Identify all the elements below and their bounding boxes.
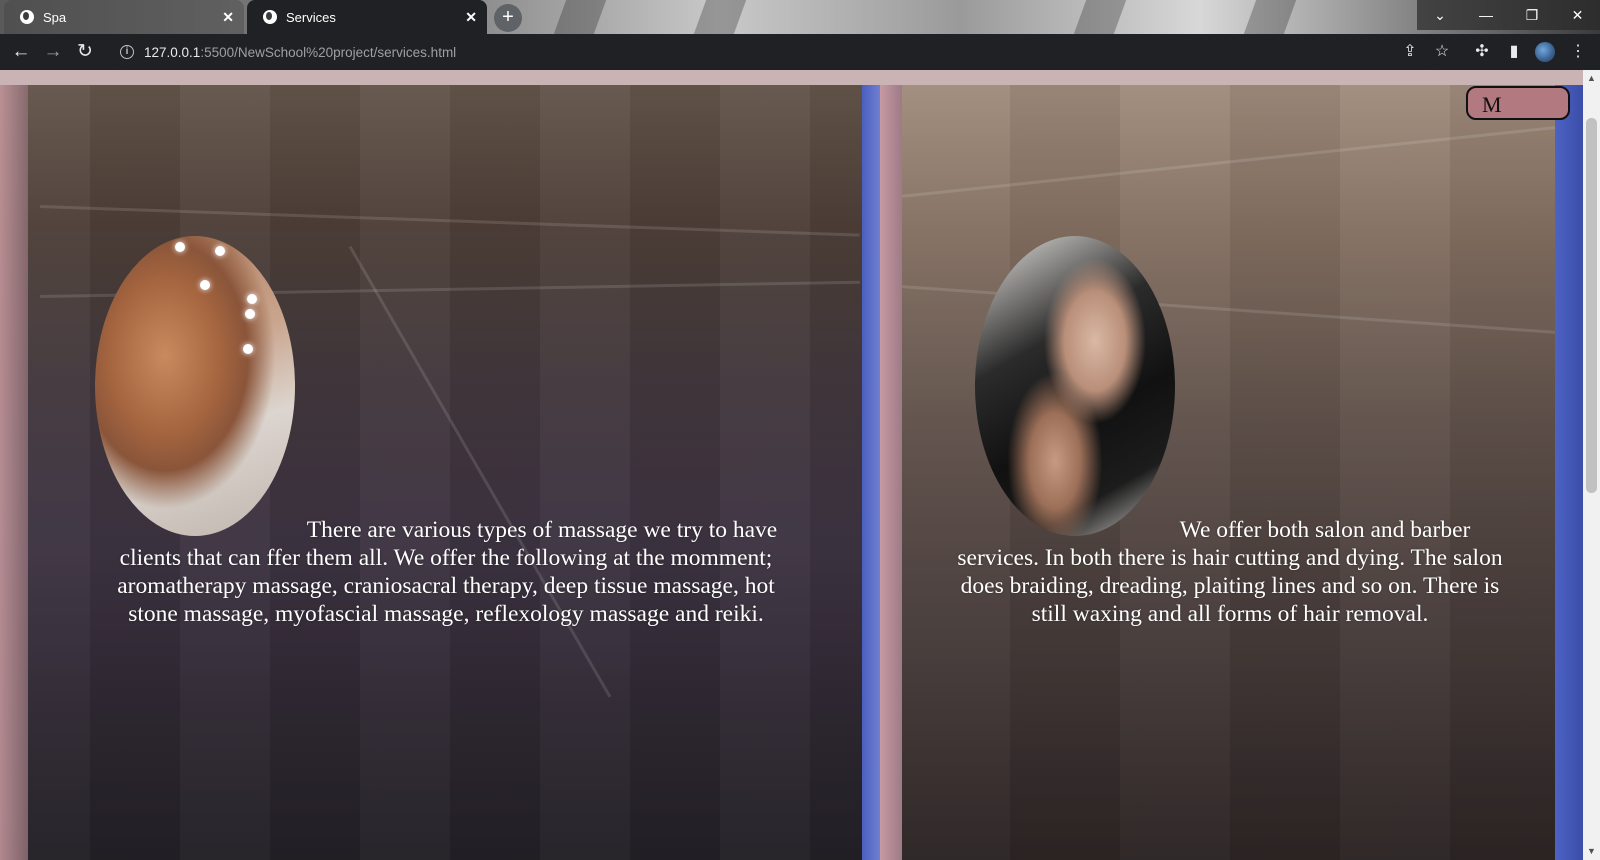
hair-wash-photo [975, 236, 1175, 536]
massage-description: There are various types of massage we tr… [90, 516, 802, 628]
tab-label: Services [286, 9, 336, 25]
light-dot [243, 344, 253, 354]
decorative-strip [1555, 85, 1583, 860]
close-tab-icon[interactable]: ✕ [222, 9, 234, 26]
light-dot [245, 309, 255, 319]
light-dot [175, 242, 185, 252]
close-window-button[interactable]: ✕ [1555, 0, 1600, 30]
ceiling-line [900, 126, 1555, 198]
restore-button[interactable]: ❐ [1509, 0, 1555, 30]
scrollbar-thumb[interactable] [1586, 118, 1597, 493]
light-dot [247, 294, 257, 304]
tab-label: Spa [43, 9, 67, 25]
tab-spa[interactable]: Spa ✕ [4, 0, 244, 34]
background-decoration [553, 0, 607, 34]
massage-photo [95, 236, 295, 536]
tab-strip: Spa ✕ Services ✕ + ⌄ — ❐ ✕ [0, 0, 1600, 34]
new-tab-button[interactable]: + [494, 4, 522, 32]
page-scrollbar[interactable]: ▲ ▼ [1583, 70, 1600, 860]
back-button[interactable]: ← [6, 34, 36, 70]
background-decoration [1243, 0, 1297, 34]
ceiling-line [39, 205, 860, 237]
scroll-up-arrow-icon[interactable]: ▲ [1583, 70, 1600, 87]
close-tab-icon[interactable]: ✕ [465, 9, 477, 26]
address-bar[interactable]: i 127.0.0.1:5500/NewSchool%20project/ser… [110, 37, 1440, 67]
site-info-icon[interactable]: i [120, 45, 134, 59]
menu-button[interactable]: M [1466, 86, 1570, 120]
browser-menu-icon[interactable]: ⋮ [1563, 34, 1593, 70]
globe-icon [263, 10, 277, 24]
ceiling-line [348, 245, 612, 698]
tab-services[interactable]: Services ✕ [247, 0, 487, 34]
browser-toolbar: ← → ↻ i 127.0.0.1:5500/NewSchool%20proje… [0, 34, 1600, 70]
profile-avatar[interactable] [1535, 42, 1555, 62]
extensions-icon[interactable]: ✣ [1466, 34, 1498, 70]
bookmark-star-icon[interactable]: ☆ [1426, 34, 1458, 70]
forward-button[interactable]: → [38, 34, 68, 70]
decorative-strip [0, 85, 28, 860]
reload-button[interactable]: ↻ [70, 34, 100, 70]
scroll-down-arrow-icon[interactable]: ▼ [1583, 843, 1600, 860]
url-path: :5500/NewSchool%20project/services.html [200, 44, 457, 60]
side-panel-icon[interactable]: ▮ [1498, 34, 1530, 70]
share-icon[interactable]: ⇪ [1394, 34, 1426, 70]
salon-description: We offer both salon and barber services.… [950, 516, 1510, 628]
light-dot [200, 280, 210, 290]
salon-text: We offer both salon and barber services.… [957, 517, 1503, 627]
minimize-button[interactable]: — [1463, 0, 1509, 30]
background-decoration [1073, 0, 1127, 34]
tab-search-button[interactable]: ⌄ [1417, 0, 1463, 30]
decorative-strip [862, 85, 880, 860]
globe-icon [20, 10, 34, 24]
decorative-strip [880, 85, 902, 860]
light-dot [215, 246, 225, 256]
massage-text: There are various types of massage we tr… [117, 517, 778, 627]
page-viewport: There are various types of massage we tr… [0, 70, 1583, 860]
top-band [0, 70, 1583, 85]
background-decoration [693, 0, 747, 34]
url-host: 127.0.0.1 [144, 44, 201, 60]
